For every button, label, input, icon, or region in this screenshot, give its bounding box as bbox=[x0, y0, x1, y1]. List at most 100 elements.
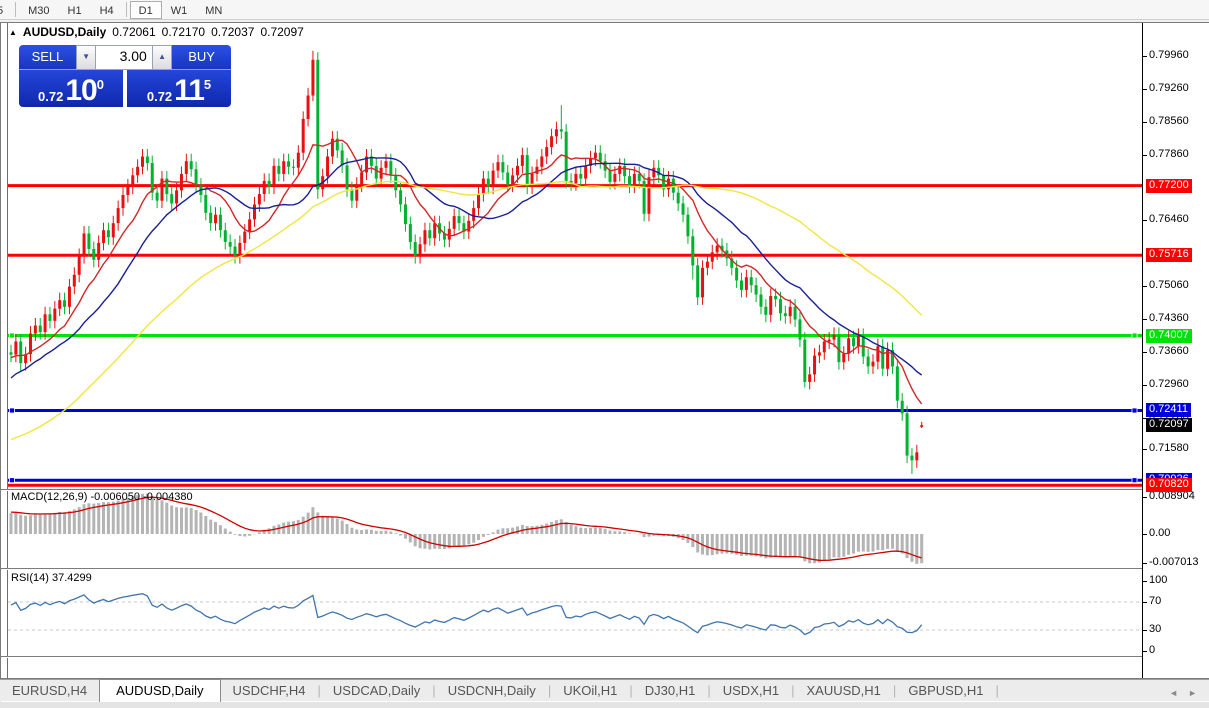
chart-tab-eurusd-h4[interactable]: EURUSD,H4 bbox=[0, 680, 99, 701]
tab-separator: | bbox=[995, 680, 998, 701]
pane-separator[interactable] bbox=[1, 568, 1142, 570]
axis-tick bbox=[1143, 602, 1147, 603]
chart-tab-xauusd-h1[interactable]: XAUUSD,H1 bbox=[795, 680, 893, 701]
axis-price-label: 0.76460 bbox=[1149, 213, 1189, 225]
chart-tab-bar: EURUSD,H4AUDUSD,DailyUSDCHF,H4 | USDCAD,Da… bbox=[0, 679, 1209, 701]
sell-price-pip: 0 bbox=[97, 70, 104, 100]
timeframe-button-m30[interactable]: M30 bbox=[19, 1, 58, 19]
rsi-axis-label: 0 bbox=[1149, 644, 1155, 656]
axis-tick bbox=[1143, 651, 1147, 652]
chart-tab-dj30-h1[interactable]: DJ30,H1 bbox=[633, 680, 708, 701]
sell-price-display[interactable]: 0.72 10 0 bbox=[19, 70, 123, 107]
chart-tab-ukoil-h1[interactable]: UKOil,H1 bbox=[551, 680, 629, 701]
line-price-tag-0.70820: 0.70820 bbox=[1146, 478, 1192, 492]
axis-tick bbox=[1143, 385, 1147, 386]
timeframe-button-h4[interactable]: H4 bbox=[91, 1, 123, 19]
moving-average-10 bbox=[11, 140, 922, 404]
axis-tick bbox=[1143, 286, 1147, 287]
axis-price-label: 0.79960 bbox=[1149, 49, 1189, 61]
bottom-strip bbox=[0, 701, 1209, 708]
chart-tab-usdcnh-daily[interactable]: USDCNH,Daily bbox=[436, 680, 548, 701]
pane-separator[interactable] bbox=[1, 656, 1142, 658]
axis-price-label: 0.73660 bbox=[1149, 345, 1189, 357]
axis-price-label: 0.79260 bbox=[1149, 82, 1189, 94]
buy-price-display[interactable]: 0.72 11 5 bbox=[127, 70, 231, 107]
axis-tick bbox=[1143, 155, 1147, 156]
timeframe-button-5[interactable]: 5 bbox=[0, 1, 12, 19]
rsi-axis-label: 100 bbox=[1149, 574, 1167, 586]
timeframe-button-h1[interactable]: H1 bbox=[59, 1, 91, 19]
one-click-trading-panel: SELL ▼ 3.00 ▲ BUY 0.72 10 0 0.72 11 5 bbox=[19, 45, 231, 107]
toolbar-separator bbox=[15, 2, 16, 17]
mt4-application: 5 M30H1H4 D1W1MN ▲ AUDUSD,Daily 0.72061 0.… bbox=[0, 0, 1209, 708]
horizontal-line-0.70926[interactable] bbox=[8, 478, 1142, 483]
current-price-tag: 0.72097 bbox=[1146, 418, 1192, 432]
chart-tab-usdchf-h4[interactable]: USDCHF,H4 bbox=[221, 680, 318, 701]
buy-price-pip: 5 bbox=[204, 70, 211, 100]
toolbar-separator bbox=[126, 2, 127, 17]
macd-indicator-label: MACD(12,26,9) -0.006050 -0.004380 bbox=[11, 491, 193, 503]
timeframe-button-d1[interactable]: D1 bbox=[130, 1, 162, 19]
timeframe-toolbar: 5 M30H1H4 D1W1MN bbox=[0, 0, 1209, 20]
axis-tick bbox=[1143, 89, 1147, 90]
axis-tick bbox=[1143, 122, 1147, 123]
macd-axis-label: 0.00 bbox=[1149, 527, 1170, 539]
tab-scroll-right-icon[interactable]: ► bbox=[1188, 688, 1197, 698]
macd-axis-label: -0.007013 bbox=[1149, 556, 1199, 568]
chart-tab-audusd-daily[interactable]: AUDUSD,Daily bbox=[99, 679, 220, 702]
rsi-axis-label: 30 bbox=[1149, 623, 1161, 635]
horizontal-line-0.74007[interactable] bbox=[8, 333, 1142, 338]
buy-button[interactable]: BUY bbox=[172, 45, 231, 70]
ohlc-close: 0.72097 bbox=[260, 25, 303, 39]
chart-tab-gbpusd-h1[interactable]: GBPUSD,H1 bbox=[896, 680, 995, 701]
line-price-tag-0.75716: 0.75716 bbox=[1146, 248, 1192, 262]
line-price-tag-0.72411: 0.72411 bbox=[1146, 403, 1191, 417]
axis-tick bbox=[1143, 220, 1147, 221]
sell-price-prefix: 0.72 bbox=[38, 89, 63, 104]
rsi-pane bbox=[8, 571, 1142, 657]
buy-price-prefix: 0.72 bbox=[147, 89, 172, 104]
axis-tick bbox=[1143, 497, 1147, 498]
axis-tick bbox=[1143, 319, 1147, 320]
chart-tab-usdcad-daily[interactable]: USDCAD,Daily bbox=[321, 680, 432, 701]
ohlc-low: 0.72037 bbox=[211, 25, 254, 39]
chart-tab-usdx-h1[interactable]: USDX,H1 bbox=[711, 680, 791, 701]
tab-scroll-left-icon[interactable]: ◄ bbox=[1169, 688, 1178, 698]
axis-tick bbox=[1143, 449, 1147, 450]
rsi-indicator-label: RSI(14) 37.4299 bbox=[11, 572, 92, 584]
tab-scroll-arrows: ◄► bbox=[1157, 685, 1209, 701]
chart-symbol-label: AUDUSD,Daily bbox=[23, 25, 106, 39]
ohlc-high: 0.72170 bbox=[162, 25, 205, 39]
collapse-triangle-icon[interactable]: ▲ bbox=[9, 28, 17, 37]
price-axis: 0.79960 0.79260 0.78560 0.77860 0.76460 0.750… bbox=[1142, 23, 1209, 678]
axis-price-label: 0.77860 bbox=[1149, 148, 1189, 160]
rsi-line bbox=[11, 594, 922, 635]
sell-price-main: 10 bbox=[65, 78, 96, 104]
sell-button[interactable]: SELL bbox=[19, 45, 76, 70]
volume-increase-button[interactable]: ▲ bbox=[152, 45, 172, 70]
buy-price-main: 11 bbox=[174, 78, 204, 104]
axis-tick bbox=[1143, 630, 1147, 631]
axis-price-label: 0.78560 bbox=[1149, 115, 1189, 127]
rsi-axis-label: 70 bbox=[1149, 595, 1161, 607]
timeframe-button-mn[interactable]: MN bbox=[196, 1, 231, 19]
volume-input[interactable]: 3.00 bbox=[96, 45, 152, 70]
chart-window: ▲ AUDUSD,Daily 0.72061 0.72170 0.72037 0… bbox=[0, 22, 1209, 679]
line-price-tag-0.77200: 0.77200 bbox=[1146, 179, 1192, 193]
axis-tick bbox=[1143, 352, 1147, 353]
axis-price-label: 0.74360 bbox=[1149, 312, 1189, 324]
chart-title: ▲ AUDUSD,Daily 0.72061 0.72170 0.72037 0… bbox=[9, 25, 304, 39]
line-price-tag-0.74007: 0.74007 bbox=[1146, 329, 1192, 343]
axis-tick bbox=[1143, 581, 1147, 582]
volume-decrease-button[interactable]: ▼ bbox=[76, 45, 96, 70]
axis-price-label: 0.71580 bbox=[1149, 442, 1189, 454]
ohlc-open: 0.72061 bbox=[112, 25, 155, 39]
axis-tick bbox=[1143, 534, 1147, 535]
horizontal-line-0.72411[interactable] bbox=[8, 408, 1142, 413]
axis-tick bbox=[1143, 56, 1147, 57]
moving-average-21 bbox=[11, 158, 922, 379]
axis-price-label: 0.72960 bbox=[1149, 378, 1189, 390]
timeframe-button-w1[interactable]: W1 bbox=[162, 1, 197, 19]
axis-tick bbox=[1143, 563, 1147, 564]
axis-price-label: 0.75060 bbox=[1149, 279, 1189, 291]
